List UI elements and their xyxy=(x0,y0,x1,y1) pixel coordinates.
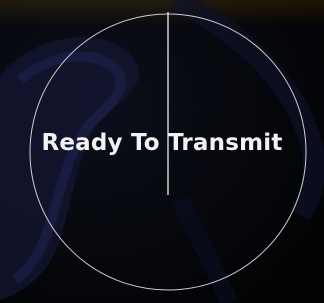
radar-display: Ready To Transmit xyxy=(0,0,324,303)
radar-status-message: Ready To Transmit xyxy=(41,130,283,156)
